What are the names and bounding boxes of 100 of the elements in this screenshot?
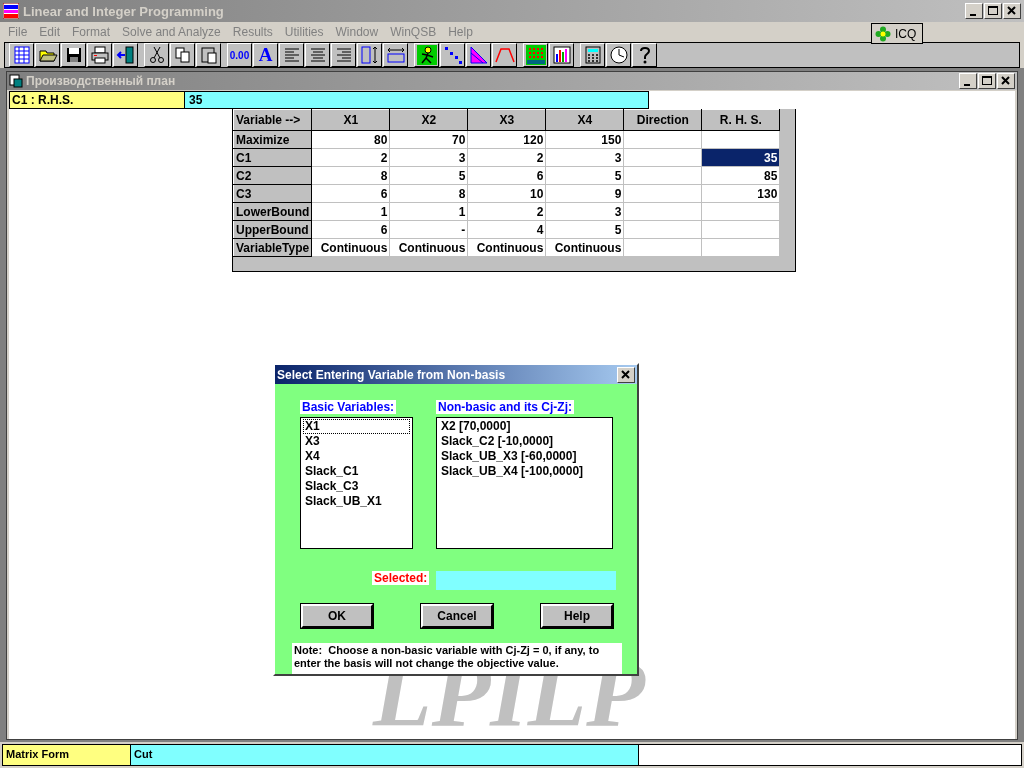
table-cell[interactable]: 2 xyxy=(311,148,390,167)
table-cell[interactable]: 150 xyxy=(545,130,624,149)
copy-icon xyxy=(172,45,193,65)
table-cell[interactable] xyxy=(623,166,702,185)
grid-icon xyxy=(11,45,32,65)
toolbar-button[interactable] xyxy=(279,43,304,67)
toolbar-button[interactable] xyxy=(87,43,112,67)
table-cell[interactable]: 4 xyxy=(467,220,546,239)
table-cell[interactable]: - xyxy=(389,220,468,239)
toolbar-button[interactable] xyxy=(466,43,491,67)
table-cell[interactable]: 120 xyxy=(467,130,546,149)
toolbar-button[interactable]: A xyxy=(253,43,278,67)
list-item[interactable]: X2 [70,0000] xyxy=(439,419,610,434)
table-cell[interactable]: 130 xyxy=(701,184,780,203)
toolbar-button[interactable] xyxy=(331,43,356,67)
toolbar-button[interactable] xyxy=(549,43,574,67)
minimize-button[interactable] xyxy=(959,73,977,89)
list-item[interactable]: X4 xyxy=(303,449,410,464)
non-basic-list[interactable]: X2 [70,0000] Slack_C2 [-10,0000] Slack_UB_X3 [-60,0000] Slack_UB_X4 [-100,0000] xyxy=(436,417,613,549)
toolbar-button[interactable] xyxy=(523,43,548,67)
table-cell[interactable] xyxy=(623,148,702,167)
toolbar-button[interactable] xyxy=(383,43,408,67)
table-cell[interactable] xyxy=(623,202,702,221)
table-cell[interactable]: Continuous xyxy=(311,238,390,257)
tray-button[interactable]: ICQ xyxy=(871,23,924,44)
table-cell[interactable] xyxy=(701,220,780,239)
maximize-button[interactable] xyxy=(978,73,996,89)
basic-variables-list[interactable]: X1 X3 X4 Slack_C1 Slack_C3 Slack_UB_X1 xyxy=(300,417,413,549)
close-button[interactable] xyxy=(997,73,1015,89)
column-width-icon xyxy=(385,45,406,65)
column-header: X2 xyxy=(389,109,468,131)
selected-field[interactable] xyxy=(436,571,616,590)
table-cell[interactable]: Continuous xyxy=(467,238,546,257)
list-item[interactable]: Slack_UB_X1 xyxy=(303,494,410,509)
close-button[interactable] xyxy=(617,366,635,383)
table-cell[interactable]: 3 xyxy=(545,148,624,167)
table-cell[interactable]: Continuous xyxy=(545,238,624,257)
table-cell[interactable]: 5 xyxy=(545,220,624,239)
table-cell[interactable] xyxy=(701,202,780,221)
list-item[interactable]: Slack_C3 xyxy=(303,479,410,494)
table-cell[interactable]: 8 xyxy=(389,184,468,203)
toolbar-button[interactable] xyxy=(113,43,138,67)
toolbar-button[interactable] xyxy=(61,43,86,67)
table-cell[interactable] xyxy=(623,130,702,149)
toolbar-button[interactable] xyxy=(606,43,631,67)
table-cell[interactable]: 3 xyxy=(389,148,468,167)
table-cell[interactable]: Continuous xyxy=(389,238,468,257)
cell-value-field[interactable]: 35 xyxy=(185,91,649,109)
toolbar-button[interactable] xyxy=(9,43,34,67)
table-cell[interactable] xyxy=(623,238,702,257)
table-cell[interactable]: 8 xyxy=(311,166,390,185)
list-item[interactable]: Slack_UB_X3 [-60,0000] xyxy=(439,449,610,464)
list-item[interactable]: Slack_C2 [-10,0000] xyxy=(439,434,610,449)
table-cell[interactable]: 5 xyxy=(545,166,624,185)
toolbar-button[interactable] xyxy=(170,43,195,67)
table-cell[interactable]: 2 xyxy=(467,148,546,167)
table-cell[interactable]: 1 xyxy=(389,202,468,221)
window-title: Linear and Integer Programming xyxy=(23,3,225,19)
table-cell[interactable]: 6 xyxy=(311,220,390,239)
row-height-icon xyxy=(359,45,380,65)
toolbar-button[interactable] xyxy=(632,43,657,67)
table-cell[interactable] xyxy=(701,130,780,149)
maximize-button[interactable] xyxy=(984,3,1002,19)
toolbar-button[interactable] xyxy=(440,43,465,67)
table-cell[interactable]: 1 xyxy=(311,202,390,221)
toolbar-button[interactable] xyxy=(35,43,60,67)
close-button[interactable] xyxy=(1003,3,1021,19)
table-cell[interactable]: 85 xyxy=(701,166,780,185)
list-item[interactable]: X1 xyxy=(303,419,410,434)
list-item[interactable]: Slack_UB_X4 [-100,0000] xyxy=(439,464,610,479)
toolbar-button[interactable] xyxy=(580,43,605,67)
list-item[interactable]: Slack_C1 xyxy=(303,464,410,479)
toolbar-button[interactable] xyxy=(357,43,382,67)
toolbar-button[interactable] xyxy=(144,43,169,67)
table-cell[interactable]: 3 xyxy=(545,202,624,221)
table-cell[interactable]: 80 xyxy=(311,130,390,149)
table-cell[interactable]: 2 xyxy=(467,202,546,221)
table-cell[interactable]: 9 xyxy=(545,184,624,203)
table-cell[interactable] xyxy=(623,220,702,239)
bar-chart-icon xyxy=(551,45,572,65)
door-arrow-icon xyxy=(115,45,136,65)
column-header: Variable --> xyxy=(233,109,312,131)
toolbar-button[interactable] xyxy=(414,43,439,67)
toolbar-button[interactable]: 0.00 xyxy=(227,43,252,67)
minimize-button[interactable] xyxy=(965,3,983,19)
table-cell[interactable] xyxy=(701,238,780,257)
table-cell[interactable]: 6 xyxy=(467,166,546,185)
table-cell[interactable]: 70 xyxy=(389,130,468,149)
dialog-button[interactable]: Help xyxy=(541,604,613,628)
table-cell[interactable] xyxy=(623,184,702,203)
table-cell[interactable]: 10 xyxy=(467,184,546,203)
cell-reference: C1 : R.H.S. xyxy=(9,91,185,109)
table-cell[interactable]: 6 xyxy=(311,184,390,203)
table-cell[interactable]: 5 xyxy=(389,166,468,185)
toolbar-button[interactable] xyxy=(305,43,330,67)
list-item[interactable]: X3 xyxy=(303,434,410,449)
toolbar-button[interactable] xyxy=(196,43,221,67)
dialog-button[interactable]: OK xyxy=(301,604,373,628)
toolbar-button[interactable] xyxy=(492,43,517,67)
dialog-button[interactable]: Cancel xyxy=(421,604,493,628)
